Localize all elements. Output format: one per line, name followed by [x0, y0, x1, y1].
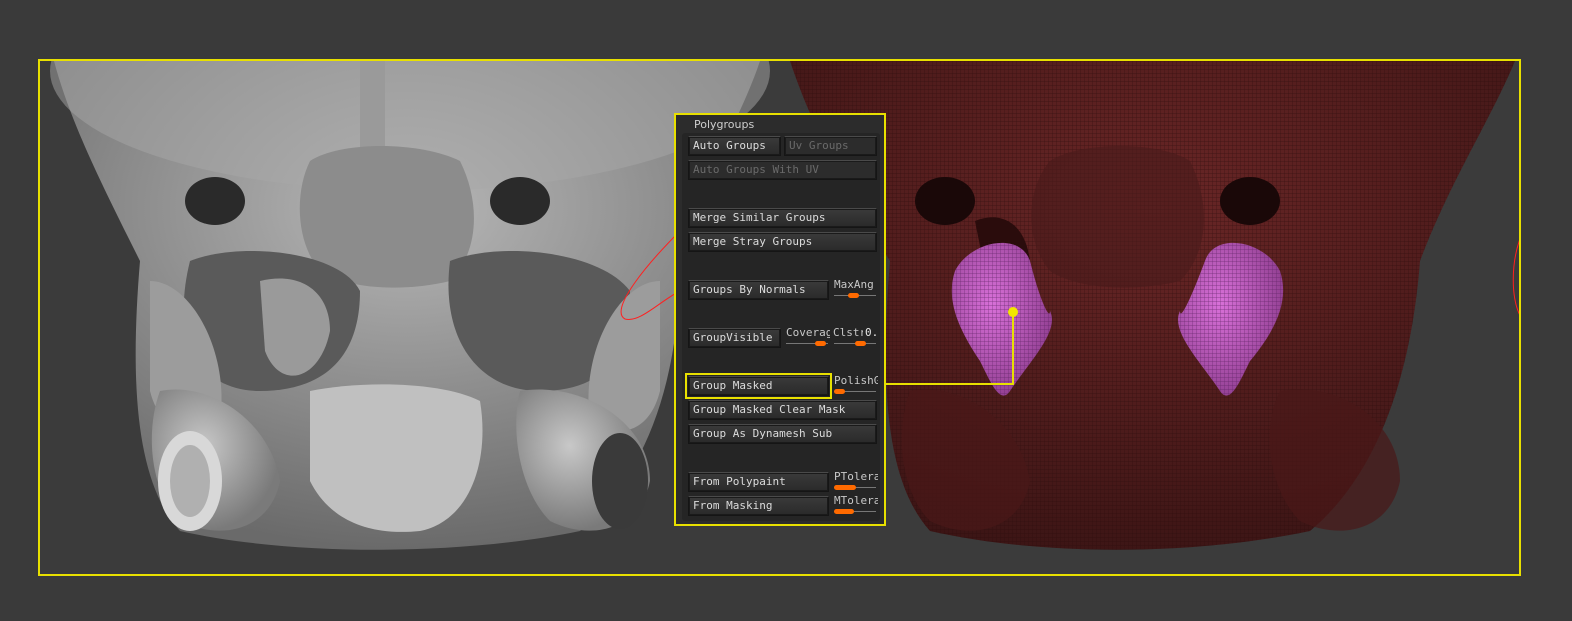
- merge-similar-groups-button[interactable]: Merge Similar Groups: [688, 208, 877, 228]
- from-polypaint-button[interactable]: From Polypaint: [688, 472, 829, 492]
- panel-title: Polygroups: [694, 118, 755, 131]
- panel-body: Auto Groups Uv Groups Auto Groups With U…: [682, 133, 880, 521]
- ptolerance-slider-knob[interactable]: [834, 485, 856, 490]
- polygroups-panel: Polygroups Auto Groups Uv Groups Auto Gr…: [674, 113, 886, 526]
- uv-groups-button[interactable]: Uv Groups: [784, 136, 877, 156]
- max-angle-slider-label: MaxAng: [834, 278, 874, 291]
- coverage-slider-label: Coverag: [786, 326, 830, 339]
- group-as-dynamesh-sub-button[interactable]: Group As Dynamesh Sub: [688, 424, 877, 444]
- merge-stray-groups-button[interactable]: Merge Stray Groups: [688, 232, 877, 252]
- clstr-slider-value: 0.1: [865, 326, 879, 339]
- gray-head: [50, 61, 770, 550]
- clstr-slider-knob[interactable]: [855, 341, 866, 346]
- mtolerance-slider-knob[interactable]: [834, 509, 854, 514]
- polish-slider-knob[interactable]: [834, 389, 845, 394]
- mtolerance-slider-label: MTolera: [834, 494, 878, 507]
- callout-dot: [1008, 307, 1018, 317]
- ptolerance-slider-label: PTolera: [834, 470, 878, 483]
- from-masking-button[interactable]: From Masking: [688, 496, 829, 516]
- group-masked-button[interactable]: Group Masked: [685, 373, 832, 399]
- max-angle-slider-knob[interactable]: [848, 293, 859, 298]
- polish-slider-label: PolishGl: [834, 374, 878, 387]
- polygroup-wireframe-head: [790, 61, 1515, 550]
- auto-groups-button[interactable]: Auto Groups: [688, 136, 781, 156]
- coverage-slider-knob[interactable]: [815, 341, 826, 346]
- groups-by-normals-button[interactable]: Groups By Normals: [688, 280, 829, 300]
- group-masked-clear-mask-button[interactable]: Group Masked Clear Mask: [688, 400, 877, 420]
- callout-line-vertical: [1012, 312, 1014, 385]
- auto-groups-with-uv-button[interactable]: Auto Groups With UV: [688, 160, 877, 180]
- group-visible-button[interactable]: GroupVisible: [688, 328, 781, 348]
- clstr-slider-label: Clstr: [833, 326, 863, 339]
